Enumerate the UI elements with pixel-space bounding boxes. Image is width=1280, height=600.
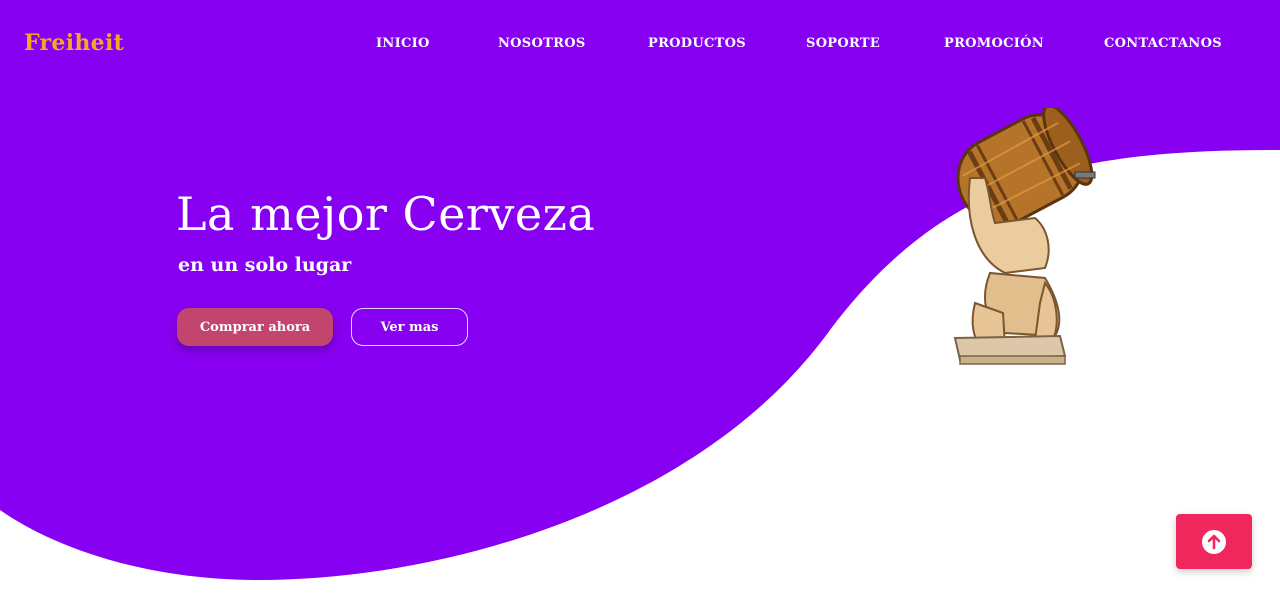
nav-item-nosotros[interactable]: Nosotros (498, 36, 586, 51)
navbar: Freiheit Inicio Nosotros Productos Sopor… (0, 0, 1280, 90)
scroll-to-top-button[interactable] (1176, 514, 1252, 569)
hero-buttons: Comprar ahora Ver mas (176, 308, 496, 348)
hero-title: La mejor Cerveza (176, 187, 596, 241)
hero-subtitle: en un solo lugar (178, 254, 352, 276)
nav-item-productos[interactable]: Productos (648, 36, 746, 51)
atlas-barrel-image (953, 108, 1096, 365)
nav-item-contactanos[interactable]: Contactanos (1104, 36, 1222, 51)
nav-item-soporte[interactable]: Soporte (806, 36, 880, 51)
nav-item-inicio[interactable]: Inicio (376, 36, 430, 51)
hero-section: La mejor Cerveza en un solo lugar Compra… (176, 186, 596, 346)
nav-menu: Inicio Nosotros Productos Soporte Promoc… (0, 36, 1280, 56)
see-more-button[interactable]: Ver mas (351, 308, 468, 346)
nav-item-promocion[interactable]: Promoción (944, 36, 1044, 51)
buy-now-button[interactable]: Comprar ahora (177, 308, 333, 346)
arrow-up-circle-icon (1202, 529, 1226, 554)
